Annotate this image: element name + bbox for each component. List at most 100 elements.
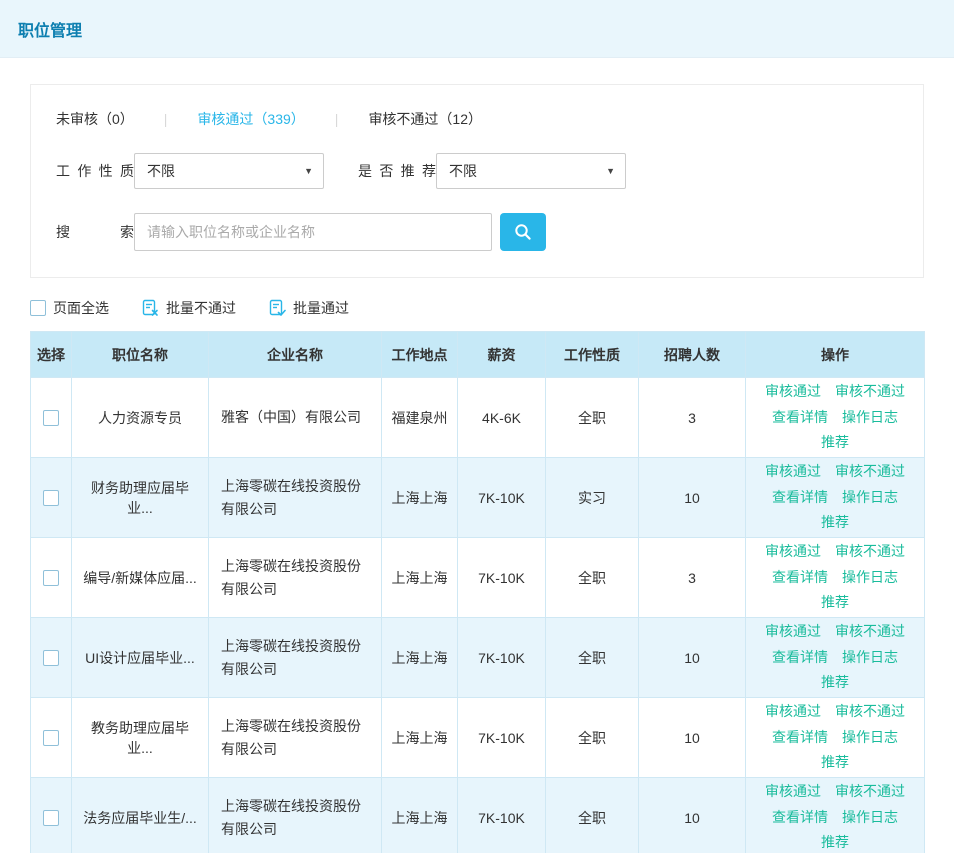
position-name: 法务应届毕业生/...	[72, 778, 209, 853]
page-title: 职位管理	[18, 17, 82, 41]
position-name: 财务助理应届毕业...	[72, 458, 209, 538]
row-checkbox[interactable]	[43, 810, 59, 826]
recommend-link[interactable]: 推荐	[821, 673, 849, 693]
approve-link[interactable]: 审核通过	[765, 782, 821, 802]
select-all-checkbox[interactable]	[30, 300, 46, 316]
job-nature-value: 不限	[147, 161, 175, 181]
recruit-count: 10	[639, 698, 746, 778]
recruit-count: 10	[639, 458, 746, 538]
reject-link[interactable]: 审核不通过	[835, 542, 905, 562]
view-detail-link[interactable]: 查看详情	[772, 648, 828, 668]
table-header-row: 选择 职位名称 企业名称 工作地点 薪资 工作性质 招聘人数 操作	[31, 332, 925, 378]
filter-row-selects: 工作性质 不限 ▼ 是否推荐 不限 ▼	[56, 153, 898, 189]
row-actions-cell: 审核通过 审核不通过 查看详情 操作日志 推荐	[746, 698, 925, 778]
approve-link[interactable]: 审核通过	[765, 462, 821, 482]
row-actions-cell: 审核通过 审核不通过 查看详情 操作日志 推荐	[746, 458, 925, 538]
approve-link[interactable]: 审核通过	[765, 622, 821, 642]
job-nature-select[interactable]: 不限 ▼	[134, 153, 324, 189]
batch-reject-icon	[141, 299, 159, 317]
filter-panel: 未审核（0） | 审核通过（339） | 审核不通过（12） 工作性质 不限 ▼…	[30, 84, 924, 278]
work-location: 上海上海	[382, 698, 458, 778]
recruit-count: 3	[639, 538, 746, 618]
view-detail-link[interactable]: 查看详情	[772, 488, 828, 508]
row-checkbox[interactable]	[43, 490, 59, 506]
table-row: 教务助理应届毕业... 上海零碳在线投资股份有限公司 上海上海 7K-10K 全…	[31, 698, 925, 778]
row-checkbox[interactable]	[43, 570, 59, 586]
row-checkbox[interactable]	[43, 410, 59, 426]
company-name: 上海零碳在线投资股份有限公司	[209, 458, 382, 538]
view-detail-link[interactable]: 查看详情	[772, 728, 828, 748]
company-name: 上海零碳在线投资股份有限公司	[209, 778, 382, 853]
batch-approve-button[interactable]: 批量通过	[268, 298, 349, 318]
reject-link[interactable]: 审核不通过	[835, 782, 905, 802]
recruit-count: 10	[639, 778, 746, 853]
salary: 7K-10K	[458, 458, 546, 538]
col-header-select: 选择	[31, 332, 72, 378]
tab-separator: |	[164, 111, 168, 127]
row-actions: 审核通过 审核不通过 查看详情 操作日志 推荐	[755, 382, 915, 453]
batch-reject-button[interactable]: 批量不通过	[141, 298, 236, 318]
recommend-link[interactable]: 推荐	[821, 753, 849, 773]
tab-rejected[interactable]: 审核不通过（12）	[368, 109, 482, 129]
recruit-count: 3	[639, 378, 746, 458]
salary: 7K-10K	[458, 778, 546, 853]
job-type: 全职	[546, 778, 639, 853]
col-header-actions: 操作	[746, 332, 925, 378]
job-type: 全职	[546, 538, 639, 618]
operation-log-link[interactable]: 操作日志	[842, 408, 898, 428]
row-checkbox[interactable]	[43, 730, 59, 746]
view-detail-link[interactable]: 查看详情	[772, 808, 828, 828]
tab-approved[interactable]: 审核通过（339）	[197, 109, 304, 129]
work-location: 上海上海	[382, 618, 458, 698]
approve-link[interactable]: 审核通过	[765, 702, 821, 722]
row-actions: 审核通过 审核不通过 查看详情 操作日志 推荐	[755, 622, 915, 693]
table-row: 编导/新媒体应届... 上海零碳在线投资股份有限公司 上海上海 7K-10K 全…	[31, 538, 925, 618]
row-checkbox[interactable]	[43, 650, 59, 666]
col-header-company: 企业名称	[209, 332, 382, 378]
salary: 7K-10K	[458, 538, 546, 618]
table-row: 法务应届毕业生/... 上海零碳在线投资股份有限公司 上海上海 7K-10K 全…	[31, 778, 925, 853]
view-detail-link[interactable]: 查看详情	[772, 408, 828, 428]
recommend-link[interactable]: 推荐	[821, 433, 849, 453]
approve-link[interactable]: 审核通过	[765, 382, 821, 402]
search-input[interactable]	[134, 213, 492, 251]
search-button[interactable]	[500, 213, 546, 251]
salary: 7K-10K	[458, 698, 546, 778]
row-select-cell	[31, 618, 72, 698]
reject-link[interactable]: 审核不通过	[835, 462, 905, 482]
operation-log-link[interactable]: 操作日志	[842, 808, 898, 828]
recommend-link[interactable]: 推荐	[821, 513, 849, 533]
search-icon	[513, 222, 533, 242]
operation-log-link[interactable]: 操作日志	[842, 648, 898, 668]
company-name: 上海零碳在线投资股份有限公司	[209, 698, 382, 778]
reject-link[interactable]: 审核不通过	[835, 622, 905, 642]
row-select-cell	[31, 698, 72, 778]
table-row: UI设计应届毕业... 上海零碳在线投资股份有限公司 上海上海 7K-10K 全…	[31, 618, 925, 698]
tab-unreviewed[interactable]: 未审核（0）	[56, 109, 134, 129]
select-all-label: 页面全选	[53, 298, 109, 318]
search-label: 搜索	[56, 222, 134, 242]
approve-link[interactable]: 审核通过	[765, 542, 821, 562]
col-header-location: 工作地点	[382, 332, 458, 378]
select-all[interactable]: 页面全选	[30, 298, 109, 318]
row-actions-cell: 审核通过 审核不通过 查看详情 操作日志 推荐	[746, 778, 925, 853]
reject-link[interactable]: 审核不通过	[835, 382, 905, 402]
table-body: 人力资源专员 雅客（中国）有限公司 福建泉州 4K-6K 全职 3 审核通过 审…	[31, 378, 925, 853]
operation-log-link[interactable]: 操作日志	[842, 488, 898, 508]
recommend-select[interactable]: 不限 ▼	[436, 153, 626, 189]
recommend-link[interactable]: 推荐	[821, 833, 849, 853]
company-name: 上海零碳在线投资股份有限公司	[209, 618, 382, 698]
operation-log-link[interactable]: 操作日志	[842, 728, 898, 748]
recommend-label: 是否推荐	[358, 161, 436, 181]
recommend-link[interactable]: 推荐	[821, 593, 849, 613]
position-name: 教务助理应届毕业...	[72, 698, 209, 778]
recommend-value: 不限	[449, 161, 477, 181]
job-nature-label: 工作性质	[56, 161, 134, 181]
view-detail-link[interactable]: 查看详情	[772, 568, 828, 588]
position-name: 编导/新媒体应届...	[72, 538, 209, 618]
top-bar: 职位管理	[0, 0, 954, 58]
row-select-cell	[31, 538, 72, 618]
col-header-position: 职位名称	[72, 332, 209, 378]
operation-log-link[interactable]: 操作日志	[842, 568, 898, 588]
reject-link[interactable]: 审核不通过	[835, 702, 905, 722]
